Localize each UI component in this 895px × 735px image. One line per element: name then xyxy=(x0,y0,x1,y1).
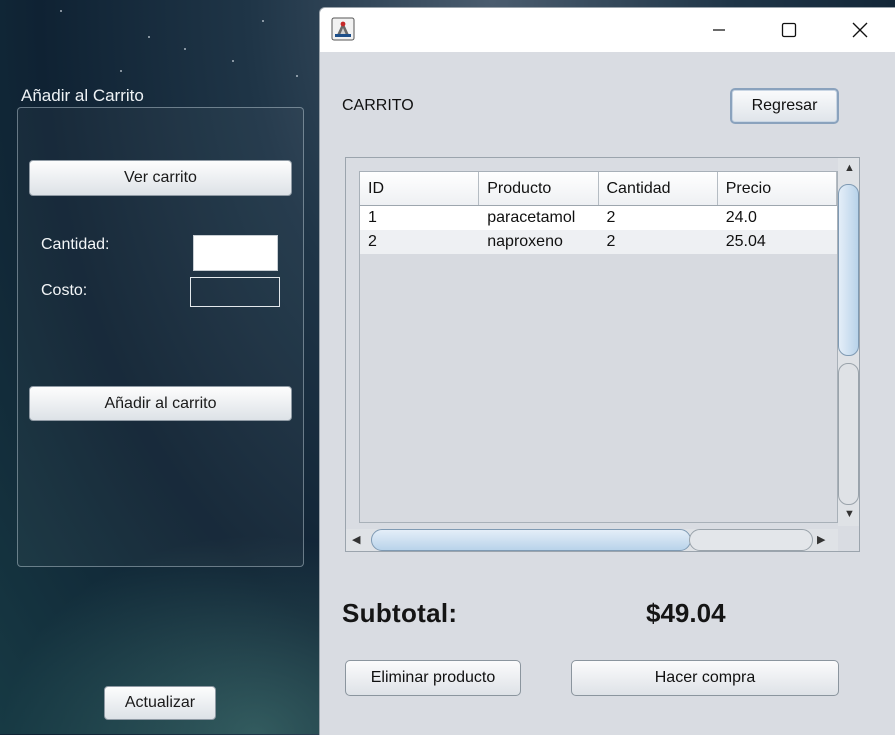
subtotal-value: $49.04 xyxy=(646,598,726,628)
vertical-scroll-thumb[interactable] xyxy=(838,184,859,356)
delete-product-button[interactable]: Eliminar producto xyxy=(345,660,521,696)
cell-producto: naproxeno xyxy=(487,233,563,250)
column-header-producto[interactable]: Producto xyxy=(479,172,599,205)
horizontal-scroll-thumb[interactable] xyxy=(371,529,691,551)
maximize-icon[interactable] xyxy=(766,8,812,52)
cost-field[interactable] xyxy=(190,277,280,307)
cart-table: ID Producto Cantidad Precio 1 paracetamo… xyxy=(359,171,838,523)
column-header-id[interactable]: ID xyxy=(360,172,480,205)
scroll-left-icon[interactable]: ◀ xyxy=(352,533,360,546)
minimize-icon[interactable] xyxy=(696,8,742,52)
cell-cantidad: 2 xyxy=(606,209,616,226)
horizontal-scrollbar[interactable]: ◀ ▶ xyxy=(346,529,838,551)
panel-title: Añadir al Carrito xyxy=(21,86,144,105)
title-bar xyxy=(320,8,895,52)
cart-header-label: CARRITO xyxy=(342,97,414,114)
column-header-precio[interactable]: Precio xyxy=(718,172,837,205)
table-row[interactable]: 2 naproxeno 2 25.04 xyxy=(360,230,837,254)
table-row[interactable]: 1 paracetamol 2 24.0 xyxy=(360,206,837,230)
cell-cantidad: 2 xyxy=(606,233,616,250)
cell-id: 2 xyxy=(368,233,377,250)
cell-producto: paracetamol xyxy=(487,209,576,226)
purchase-button[interactable]: Hacer compra xyxy=(571,660,839,696)
vertical-scroll-track xyxy=(838,363,859,505)
column-header-cantidad[interactable]: Cantidad xyxy=(599,172,718,205)
cost-label: Costo: xyxy=(41,282,88,299)
cart-scroll-pane: ID Producto Cantidad Precio 1 paracetamo… xyxy=(345,157,860,552)
horizontal-scroll-track xyxy=(689,529,813,551)
view-cart-button[interactable]: Ver carrito xyxy=(29,160,292,196)
quantity-field[interactable] xyxy=(193,235,278,271)
cell-precio: 25.04 xyxy=(725,233,766,250)
cell-id: 1 xyxy=(368,209,377,226)
vertical-scrollbar[interactable]: ▲ ▼ xyxy=(838,158,859,526)
table-header: ID Producto Cantidad Precio xyxy=(360,172,837,206)
quantity-label: Cantidad: xyxy=(41,236,110,253)
close-icon[interactable] xyxy=(837,8,883,52)
subtotal-label: Subtotal: xyxy=(342,598,458,628)
java-app-icon xyxy=(331,17,355,41)
cell-precio: 24.0 xyxy=(725,209,757,226)
scroll-down-icon[interactable]: ▼ xyxy=(844,508,855,520)
cart-dialog: CARRITO Regresar ID Producto Cantidad Pr… xyxy=(319,7,895,735)
add-to-cart-button[interactable]: Añadir al carrito xyxy=(29,386,292,421)
update-button[interactable]: Actualizar xyxy=(104,686,216,720)
scroll-up-icon[interactable]: ▲ xyxy=(844,162,855,174)
back-button[interactable]: Regresar xyxy=(730,88,839,124)
scroll-right-icon[interactable]: ▶ xyxy=(817,533,825,546)
